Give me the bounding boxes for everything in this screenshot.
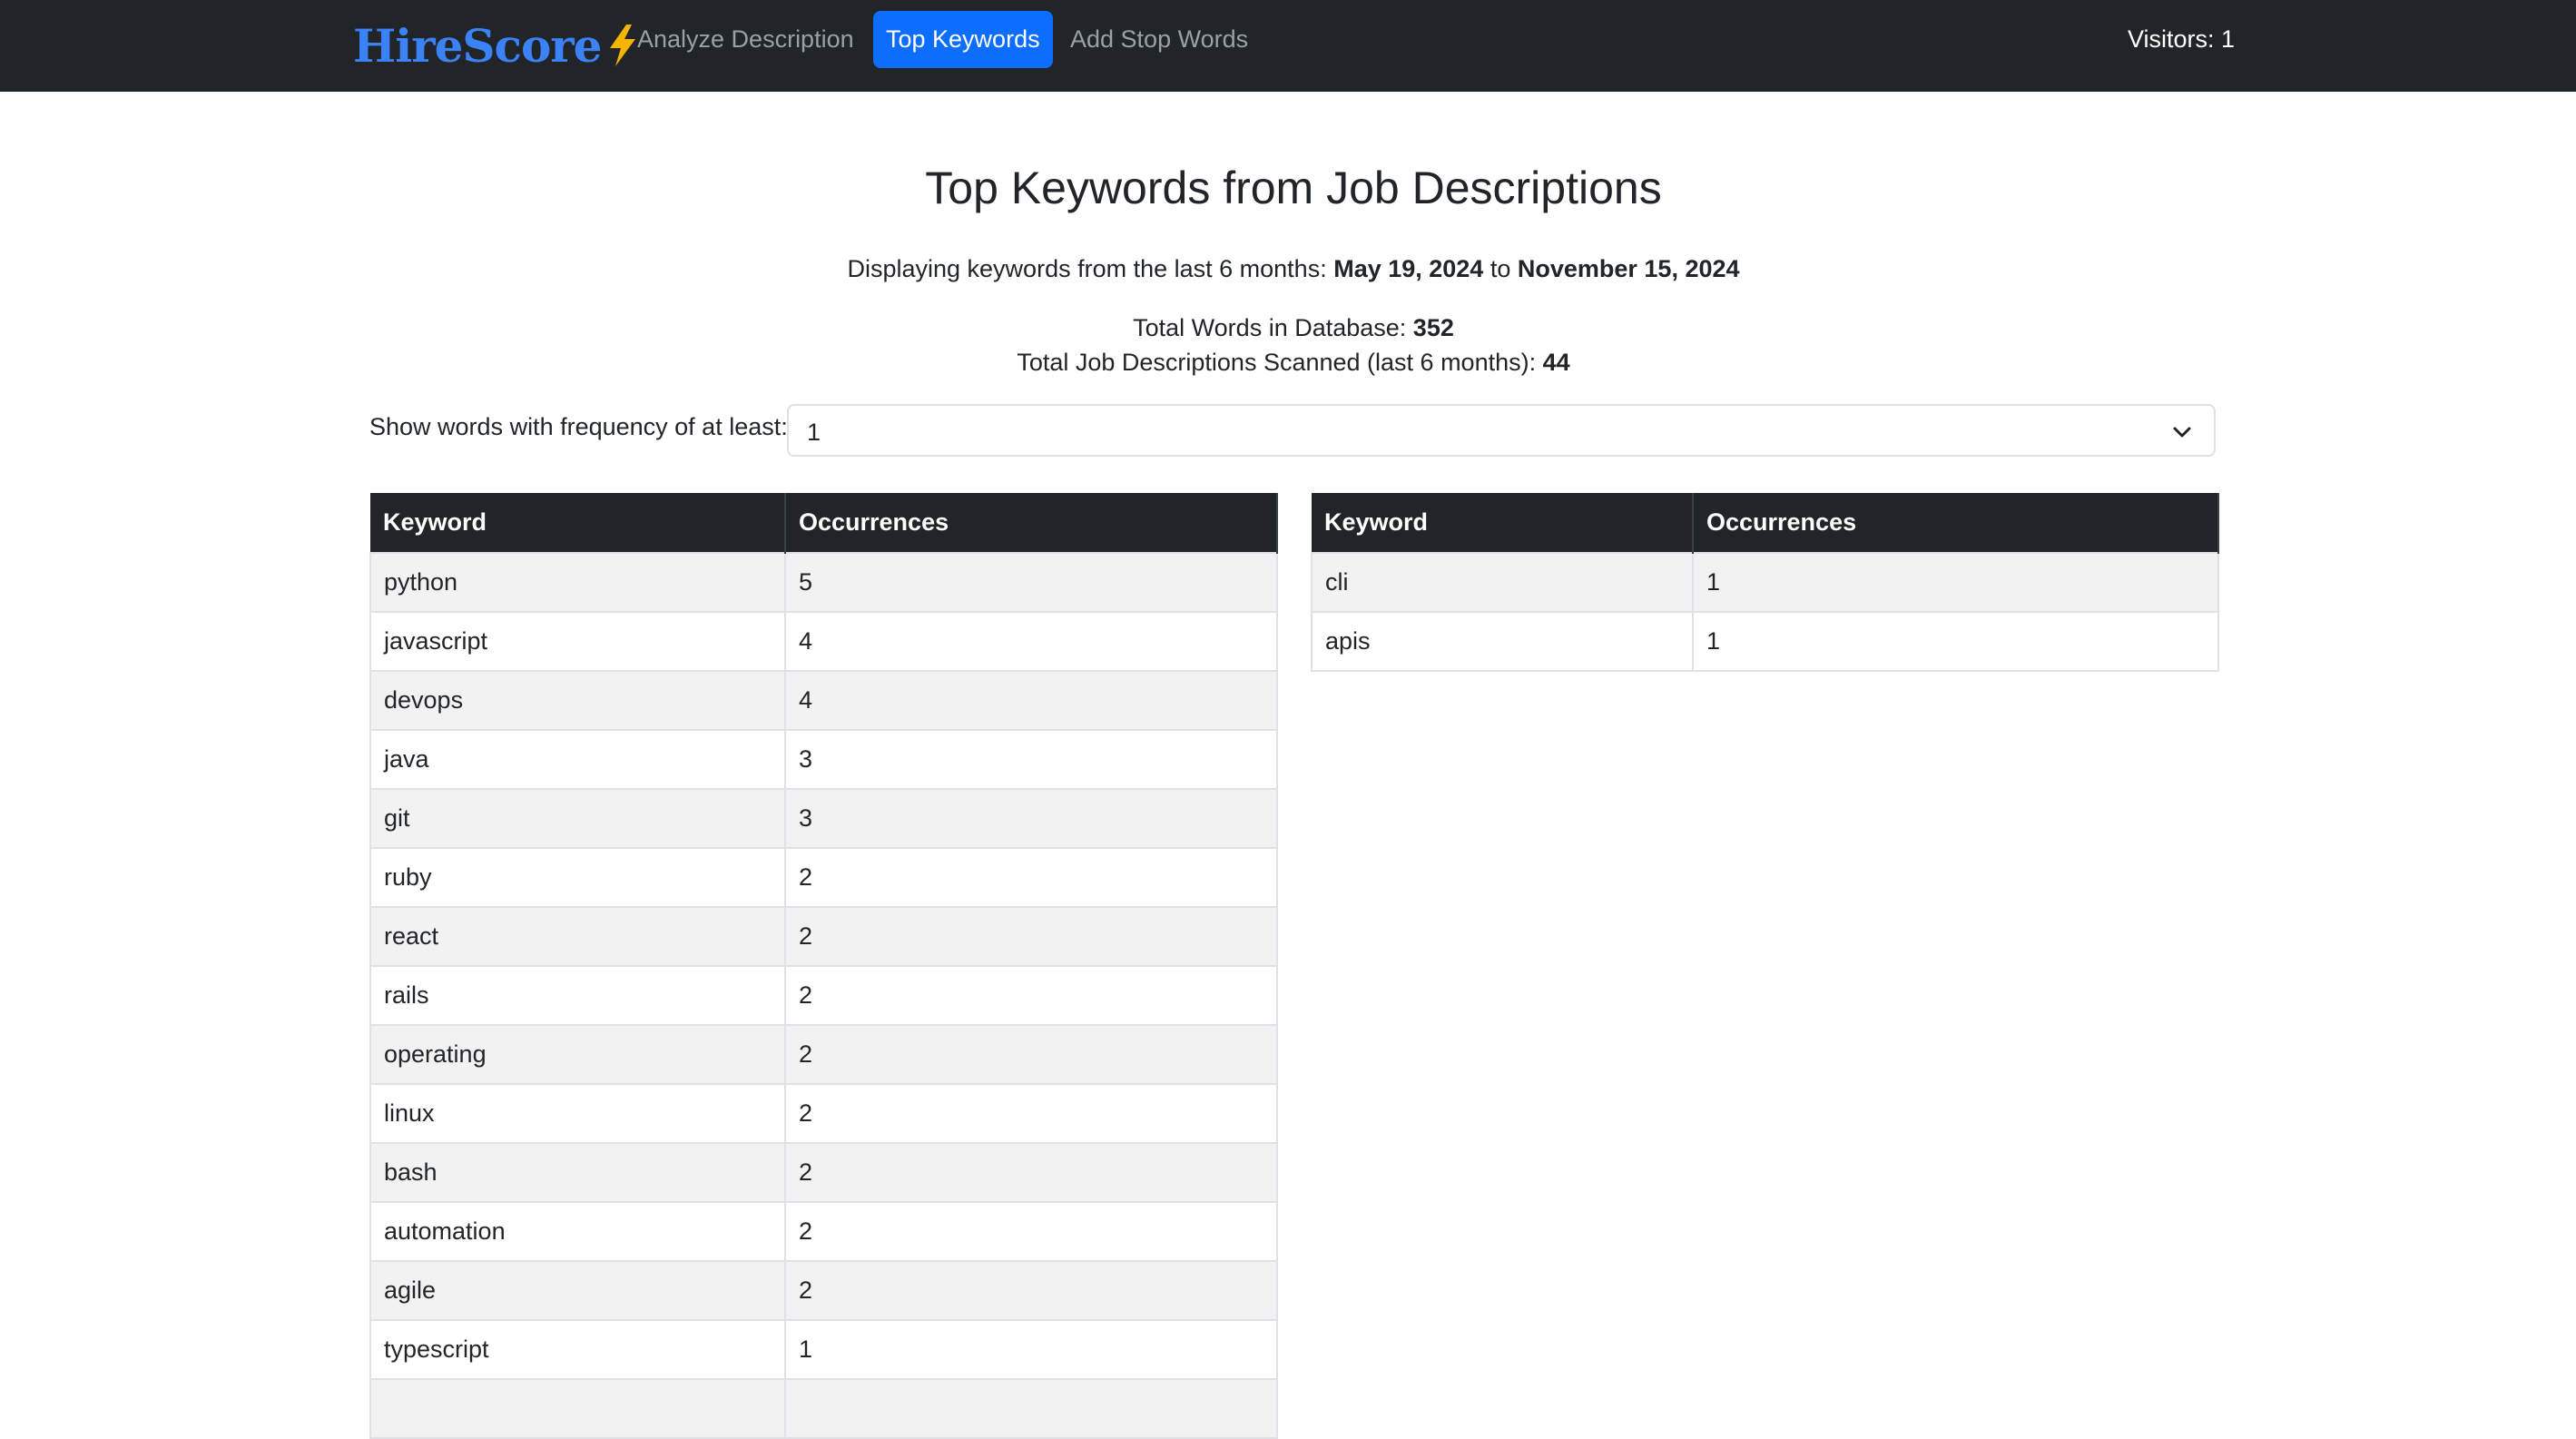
total-words-label: Total Words in Database: [1133,314,1413,341]
nav-add-stop-words[interactable]: Add Stop Words [1057,11,1261,68]
occurrences-cell: 1 [1692,552,2219,613]
date-range-line: Displaying keywords from the last 6 mont… [369,255,2217,283]
total-jd-value: 44 [1542,349,1570,376]
occurrences-cell: 3 [784,729,1278,790]
chevron-down-icon [2173,427,2191,438]
keyword-cell: linux [369,1083,786,1144]
table-row: operating 2 [369,1024,1278,1085]
table-row: git 3 [369,788,1278,849]
table-row: linux 2 [369,1083,1278,1144]
total-words-value: 352 [1412,314,1454,341]
keyword-cell: java [369,729,786,790]
keyword-cell [369,1378,786,1439]
keyword-cell: devops [369,670,786,731]
occurrences-cell: 4 [784,611,1278,672]
table-row: javascript 4 [369,611,1278,672]
brand-name: HireScore [353,18,602,73]
keyword-cell: apis [1311,611,1694,672]
page-title: Top Keywords from Job Descriptions [925,163,1662,213]
table-row: ruby 2 [369,847,1278,908]
nav-analyze-description[interactable]: Analyze Description [624,11,867,68]
occurrences-cell: 2 [784,1260,1278,1321]
header-keyword[interactable]: Keyword [1312,493,1694,553]
occurrences-cell: 1 [1692,611,2219,672]
keyword-cell: automation [369,1201,786,1262]
occurrences-cell: 2 [784,1142,1278,1203]
header-occurrences[interactable]: Occurrences [1693,493,2219,553]
table-row: react 2 [369,906,1278,967]
table-header-row: Keyword Occurrences [370,493,1278,553]
keyword-cell: javascript [369,611,786,672]
date-range-start: May 19, 2024 [1333,255,1484,282]
occurrences-cell: 2 [784,1024,1278,1085]
table-row: agile 2 [369,1260,1278,1321]
table-row: bash 2 [369,1142,1278,1203]
frequency-filter: Show words with frequency of at least: 1 [369,404,2217,458]
keyword-cell: bash [369,1142,786,1203]
table-row: automation 2 [369,1201,1278,1262]
keyword-cell: rails [369,965,786,1026]
header-occurrences[interactable]: Occurrences [785,493,1278,553]
frequency-select-value: 1 [807,419,821,446]
table-row [369,1378,1278,1439]
keyword-cell: ruby [369,847,786,908]
table-row: python 5 [369,552,1278,613]
total-jd-label: Total Job Descriptions Scanned (last 6 m… [1017,349,1543,376]
keyword-cell: agile [369,1260,786,1321]
keyword-cell: python [369,552,786,613]
header-keyword[interactable]: Keyword [370,493,786,553]
nav-top-keywords[interactable]: Top Keywords [873,11,1053,68]
date-range-prefix: Displaying keywords from the last 6 mont… [847,255,1334,282]
visitors-count: Visitors: 1 [2127,25,2235,53]
frequency-filter-label: Show words with frequency of at least: [369,413,788,440]
navbar: HireScore Analyze Description Top Keywor… [0,0,2576,92]
occurrences-cell: 2 [784,965,1278,1026]
occurrences-cell: 4 [784,670,1278,731]
keyword-cell: git [369,788,786,849]
brand-logo[interactable]: HireScore [353,9,641,82]
occurrences-cell: 3 [784,788,1278,849]
total-jd-line: Total Job Descriptions Scanned (last 6 m… [369,349,2217,377]
occurrences-cell: 2 [784,1083,1278,1144]
table-row: cli 1 [1311,552,2219,613]
occurrences-cell [784,1378,1278,1439]
table-row: devops 4 [369,670,1278,731]
date-range-to: to [1483,255,1518,282]
keywords-table-right: Keyword Occurrences cli 1 apis 1 [1311,493,2219,672]
keyword-cell: operating [369,1024,786,1085]
occurrences-cell: 2 [784,906,1278,967]
occurrences-cell: 1 [784,1319,1278,1380]
occurrences-cell: 5 [784,552,1278,613]
table-row: apis 1 [1311,611,2219,672]
table-row: java 3 [369,729,1278,790]
table-row: rails 2 [369,965,1278,1026]
table-header-row: Keyword Occurrences [1312,493,2219,553]
occurrences-cell: 2 [784,847,1278,908]
keywords-table-left: Keyword Occurrences python 5 javascript 4 de… [369,493,1278,1439]
table-row: typescript 1 [369,1319,1278,1380]
keyword-cell: typescript [369,1319,786,1380]
total-words-line: Total Words in Database: 352 [369,314,2217,342]
date-range-end: November 15, 2024 [1517,255,1740,282]
frequency-select[interactable]: 1 [787,404,2216,457]
keyword-cell: cli [1311,552,1694,613]
occurrences-cell: 2 [784,1201,1278,1262]
keyword-cell: react [369,906,786,967]
